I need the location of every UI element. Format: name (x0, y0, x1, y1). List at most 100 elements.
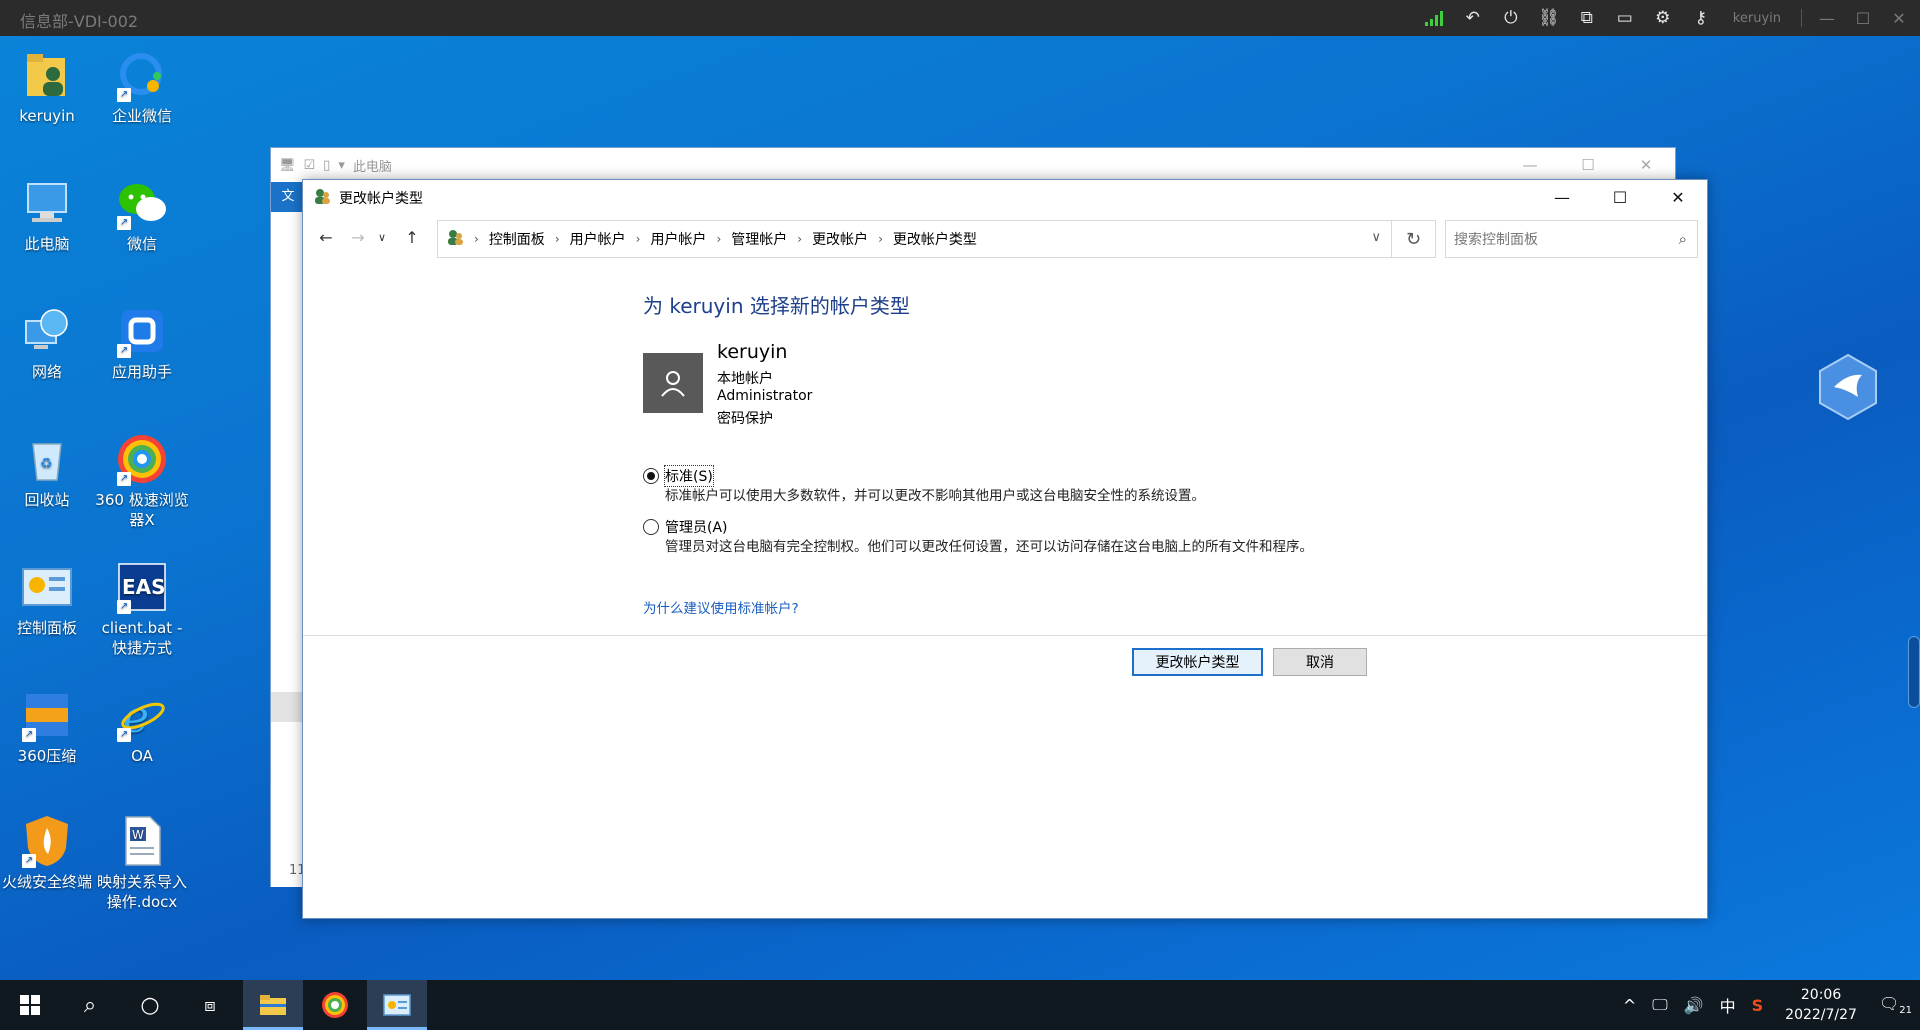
app-helper-icon: ↗ (115, 304, 169, 358)
network-icon[interactable]: 🖵 (1652, 995, 1667, 1015)
administrator-radio-label[interactable]: 管理员(A) (665, 517, 728, 537)
navigation-pane[interactable] (271, 212, 303, 887)
change-account-type-window[interactable]: 更改帐户类型 — ☐ ✕ ← → ∨ ↑ › 控制面板 › 用户帐户 › 用户帐… (302, 179, 1708, 919)
search-icon[interactable]: ⌕ (60, 980, 120, 1030)
notification-center-icon[interactable]: 🗨21 (1879, 994, 1912, 1016)
minimize-button[interactable]: — (1501, 148, 1559, 182)
settings-icon[interactable]: ⚙ (1651, 6, 1675, 30)
standard-radio-label[interactable]: 标准(S) (664, 465, 714, 487)
maximize-button[interactable]: ☐ (1559, 148, 1617, 182)
desktop-icon-label: 微信 (126, 235, 157, 253)
breadcrumb-item[interactable]: 用户帐户 (570, 229, 626, 249)
standard-description: 标准帐户可以使用大多数软件，并可以更改不影响其他用户或这台电脑安全性的系统设置。 (665, 488, 1205, 504)
desktop-icon-control-panel[interactable]: 控制面板 (0, 560, 97, 638)
desktop-icon-recycle-bin[interactable]: ♻ 回收站 (0, 432, 97, 510)
back-arrow-icon[interactable]: ← (313, 224, 339, 250)
cancel-button[interactable]: 取消 (1273, 648, 1367, 676)
sogou-input-icon[interactable]: S (1752, 996, 1764, 1015)
cortana-icon[interactable]: ○ (120, 980, 180, 1030)
minimize-button[interactable]: — (1533, 180, 1591, 214)
desktop-icon-wechat[interactable]: ↗ 微信 (92, 176, 192, 254)
breadcrumb-separator-icon[interactable]: › (555, 232, 560, 246)
breadcrumb-separator-icon[interactable]: › (797, 232, 802, 246)
unlink-icon[interactable]: ⛓ (1537, 6, 1561, 30)
desktop-icon-app-helper[interactable]: ↗ 应用助手 (92, 304, 192, 382)
desktop-icon-label: 映射关系导入操作.docx (96, 873, 187, 911)
address-dropdown-icon[interactable]: ∨ (1371, 230, 1381, 245)
forward-arrow-icon[interactable]: → (345, 224, 371, 250)
desktop-icon-keruyin[interactable]: keruyin (0, 48, 97, 126)
breadcrumb-item[interactable]: 管理帐户 (731, 229, 787, 249)
breadcrumb-separator-icon[interactable]: › (716, 232, 721, 246)
desktop-icon-docx[interactable]: W 映射关系导入操作.docx (92, 814, 192, 912)
archive-360-icon: ↗ (20, 688, 74, 742)
clock[interactable]: 20:06 2022/7/27 (1785, 985, 1857, 1025)
up-arrow-icon[interactable]: ↑ (399, 224, 425, 250)
window-title: 更改帐户类型 (339, 191, 423, 207)
quick-access-dropdown-icon[interactable]: ▾ (338, 158, 345, 173)
power-icon[interactable]: ⏻ (1499, 6, 1523, 30)
user-folder-icon (20, 48, 74, 102)
divider (1801, 9, 1802, 27)
desktop-icon-huorong[interactable]: ↗ 火绒安全终端 (0, 814, 97, 892)
desktop-icon-360-browser[interactable]: ↗ 360 极速浏览器X (92, 432, 192, 530)
breadcrumb-item[interactable]: 更改帐户 (812, 229, 868, 249)
ie-icon: e ↗ (115, 688, 169, 742)
minimize-icon[interactable]: — (1816, 9, 1838, 28)
address-bar[interactable]: › 控制面板 › 用户帐户 › 用户帐户 › 管理帐户 › 更改帐户 › 更改帐… (437, 220, 1392, 258)
new-folder-icon[interactable]: ▯ (323, 158, 330, 173)
user-key-icon[interactable]: ⚷ (1689, 6, 1713, 30)
volume-icon[interactable]: 🔊 (1684, 996, 1704, 1015)
start-icon[interactable] (0, 980, 60, 1030)
desktop-icon-network[interactable]: 网络 (0, 304, 97, 382)
selected-nav-item[interactable] (271, 692, 303, 722)
close-icon[interactable]: ✕ (1888, 9, 1910, 28)
side-scroll-handle[interactable] (1908, 636, 1920, 708)
desktop-icon-360zip[interactable]: ↗ 360压缩 (0, 688, 97, 766)
task-view-icon[interactable]: ⧈ (180, 980, 240, 1030)
breadcrumb-item-current[interactable]: 更改帐户类型 (893, 229, 977, 249)
network-globe-icon (20, 304, 74, 358)
desktop-icon-client-bat[interactable]: EAS ↗ client.bat - 快捷方式 (92, 560, 192, 658)
breadcrumb-separator-icon[interactable]: › (878, 232, 883, 246)
desktop-icon-this-pc[interactable]: 此电脑 (0, 176, 97, 254)
desktop-icon-wecom[interactable]: ↗ 企业微信 (92, 48, 192, 126)
eas-icon: EAS ↗ (115, 560, 169, 614)
change-account-type-button[interactable]: 更改帐户类型 (1132, 648, 1263, 676)
why-standard-link[interactable]: 为什么建议使用标准帐户? (643, 597, 799, 617)
standard-radio[interactable] (643, 468, 659, 484)
maximize-icon[interactable]: ☐ (1852, 9, 1874, 28)
vdi-user: keruyin (1732, 10, 1781, 26)
account-group: Administrator (717, 388, 813, 404)
control-panel-icon[interactable] (367, 980, 427, 1030)
breadcrumb-item[interactable]: 用户帐户 (650, 229, 706, 249)
file-tab[interactable]: 文 (271, 182, 305, 212)
breadcrumb-item[interactable]: 控制面板 (489, 229, 545, 249)
switch-window-icon[interactable]: ⧉ (1575, 6, 1599, 30)
browser-360-icon[interactable] (305, 980, 365, 1030)
breadcrumb-separator-icon[interactable]: › (636, 232, 641, 246)
maximize-button[interactable]: ☐ (1591, 180, 1649, 214)
svg-text:W: W (132, 828, 144, 842)
ime-indicator[interactable]: 中 (1720, 993, 1736, 1017)
desktop-icon-oa[interactable]: e ↗ OA (92, 688, 192, 766)
desktop-icon-label: 应用助手 (111, 363, 172, 381)
search-icon[interactable]: ⌕ (1679, 230, 1687, 248)
close-button[interactable]: ✕ (1617, 148, 1675, 182)
properties-icon[interactable]: ☑ (304, 158, 316, 173)
floating-assistant-icon[interactable] (1818, 352, 1878, 422)
refresh-icon[interactable]: ↻ (1392, 220, 1436, 258)
show-hidden-icons-icon[interactable]: ^ (1623, 996, 1636, 1015)
search-input[interactable]: 搜索控制面板 ⌕ (1445, 220, 1698, 258)
administrator-radio[interactable] (643, 519, 659, 535)
fullscreen-icon[interactable]: ▭ (1613, 6, 1637, 30)
desktop-icon-label: OA (131, 747, 153, 765)
close-button[interactable]: ✕ (1649, 180, 1707, 214)
back-icon[interactable]: ↶ (1461, 6, 1485, 30)
shortcut-arrow-icon: ↗ (117, 216, 131, 230)
file-explorer-icon[interactable] (243, 980, 303, 1030)
wechat-icon: ↗ (115, 176, 169, 230)
shortcut-arrow-icon: ↗ (117, 728, 131, 742)
breadcrumb-separator-icon[interactable]: › (474, 232, 479, 246)
recent-dropdown-icon[interactable]: ∨ (369, 224, 395, 250)
